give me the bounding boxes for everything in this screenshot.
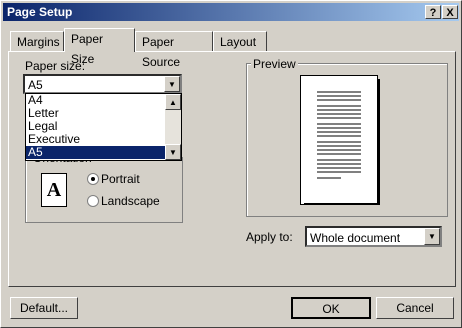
chevron-down-icon[interactable]: ▼ [424,228,440,245]
paper-size-dropdown-list[interactable]: A4 Letter Legal Executive A5 ▲ ▼ [25,93,182,161]
paper-size-select[interactable]: A5 ▼ [23,74,182,94]
paper-size-value: A5 [28,78,43,92]
tab-margins[interactable]: Margins [10,31,64,51]
scrollbar[interactable]: ▲ ▼ [165,94,181,160]
help-button[interactable]: ? [425,5,441,19]
portrait-radio[interactable] [87,173,99,185]
preview-page-shadow [304,203,380,205]
text-lines-icon [317,91,361,179]
landscape-radio[interactable] [87,195,99,207]
radio-selected-dot [91,177,95,181]
orientation-icon: A [41,173,67,207]
preview-label: Preview [251,57,298,71]
list-item[interactable]: Executive [26,133,181,146]
landscape-label: Landscape [101,194,160,208]
page-setup-dialog: Page Setup ? X Margins Paper Size Paper … [0,0,462,328]
scroll-up-icon[interactable]: ▲ [165,94,181,110]
paper-size-label: Paper size: [25,59,86,73]
scroll-down-icon[interactable]: ▼ [165,144,181,160]
tab-paper-source[interactable]: Paper Source [135,31,213,69]
chevron-down-icon[interactable]: ▼ [164,76,180,92]
portrait-label: Portrait [101,172,140,186]
list-item-selected[interactable]: A5 [26,146,181,159]
apply-to-label: Apply to: [246,230,293,244]
tab-layout[interactable]: Layout [213,31,267,51]
preview-page-shadow [378,79,380,205]
title-bar: Page Setup ? X [3,3,459,21]
preview-page [300,75,378,205]
cancel-button[interactable]: Cancel [376,297,454,319]
tab-paper-size[interactable]: Paper Size [64,28,135,66]
apply-to-value: Whole document [310,231,401,245]
default-button[interactable]: Default... [10,297,78,319]
window-title: Page Setup [7,5,73,19]
ok-button[interactable]: OK [291,297,371,319]
apply-to-select[interactable]: Whole document ▼ [305,226,442,247]
close-button[interactable]: X [442,5,458,19]
